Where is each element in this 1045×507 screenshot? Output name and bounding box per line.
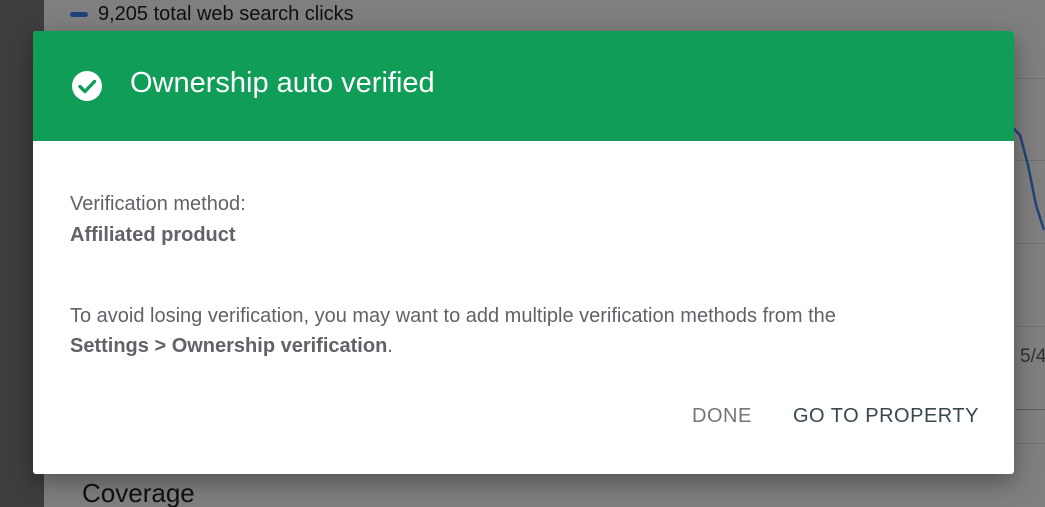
verification-method-label: Verification method:: [70, 193, 246, 215]
advice-period: .: [387, 335, 393, 357]
dialog-title: Ownership auto verified: [130, 67, 435, 99]
verification-method-value: Affiliated product: [70, 224, 236, 246]
check-circle-icon: [72, 71, 102, 101]
advice-body: To avoid losing verification, you may wa…: [70, 305, 836, 327]
page: 9,205 total web search clicks 5/4 Covera…: [0, 0, 1045, 507]
verification-dialog: Ownership auto verified Verification met…: [33, 31, 1014, 474]
done-button[interactable]: DONE: [692, 405, 752, 428]
dialog-header: Ownership auto verified: [33, 31, 1014, 141]
advice-text: To avoid losing verification, you may wa…: [70, 301, 970, 361]
settings-path-text: Settings > Ownership verification: [70, 335, 388, 357]
go-to-property-button[interactable]: GO TO PROPERTY: [793, 405, 979, 428]
